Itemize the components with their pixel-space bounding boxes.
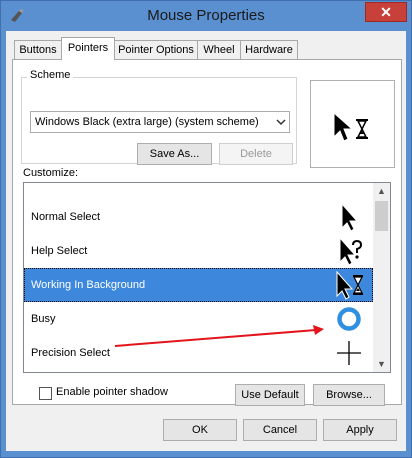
ok-button[interactable]: OK bbox=[163, 419, 237, 441]
chevron-down-icon bbox=[276, 119, 286, 126]
use-default-button[interactable]: Use Default bbox=[235, 384, 305, 406]
save-as-button[interactable]: Save As... bbox=[137, 143, 212, 165]
title-bar[interactable]: Mouse Properties ✕ bbox=[1, 1, 411, 31]
scheme-select-value: Windows Black (extra large) (system sche… bbox=[35, 116, 259, 128]
scroll-thumb[interactable] bbox=[375, 201, 388, 231]
list-item[interactable]: Working In Background bbox=[24, 268, 373, 302]
browse-button[interactable]: Browse... bbox=[313, 384, 385, 406]
pointer-shadow-label: Enable pointer shadow bbox=[56, 386, 168, 398]
pointer-preview bbox=[310, 80, 395, 168]
scheme-group: Windows Black (extra large) (system sche… bbox=[21, 77, 297, 165]
pointer-shadow-checkbox[interactable] bbox=[39, 387, 52, 400]
tab-pointers[interactable]: Pointers bbox=[61, 37, 115, 60]
working-cursor-icon bbox=[336, 270, 363, 300]
apply-button[interactable]: Apply bbox=[323, 419, 397, 441]
crosshair-icon bbox=[337, 341, 361, 365]
busy-ring-icon bbox=[337, 307, 361, 331]
cancel-button[interactable]: Cancel bbox=[243, 419, 317, 441]
help-cursor-icon bbox=[339, 236, 363, 266]
customize-label: Customize: bbox=[23, 167, 79, 179]
tab-page-pointers: Windows Black (extra large) (system sche… bbox=[12, 59, 402, 406]
tab-hardware[interactable]: Hardware bbox=[240, 40, 298, 59]
scroll-up-icon[interactable]: ▲ bbox=[373, 183, 390, 199]
scroll-down-icon[interactable]: ▼ bbox=[373, 356, 390, 372]
scheme-legend: Scheme bbox=[27, 69, 74, 81]
list-item-label: Working In Background bbox=[31, 279, 146, 291]
dialog-body: Buttons Pointers Pointer Options Wheel H… bbox=[6, 31, 406, 451]
tab-buttons[interactable]: Buttons bbox=[14, 40, 62, 59]
delete-button[interactable]: Delete bbox=[219, 143, 293, 165]
list-item-label: Normal Select bbox=[31, 211, 101, 223]
tab-pointer-options[interactable]: Pointer Options bbox=[114, 40, 198, 59]
list-item[interactable]: Normal Select bbox=[24, 200, 373, 234]
list-item-label: Busy bbox=[31, 313, 56, 325]
working-cursor-icon bbox=[333, 111, 368, 142]
window-title: Mouse Properties bbox=[147, 7, 265, 24]
list-item[interactable]: Help Select bbox=[24, 234, 373, 268]
close-button[interactable]: ✕ bbox=[365, 2, 407, 22]
arrow-cursor-icon bbox=[341, 202, 359, 232]
list-item-label: Precision Select bbox=[31, 347, 110, 359]
scheme-select[interactable]: Windows Black (extra large) (system sche… bbox=[30, 111, 290, 133]
tab-wheel[interactable]: Wheel bbox=[197, 40, 241, 59]
list-item-label: Help Select bbox=[31, 245, 88, 257]
list-scrollbar[interactable]: ▲ ▼ bbox=[373, 183, 390, 372]
annotation-arrow-icon bbox=[114, 325, 324, 347]
